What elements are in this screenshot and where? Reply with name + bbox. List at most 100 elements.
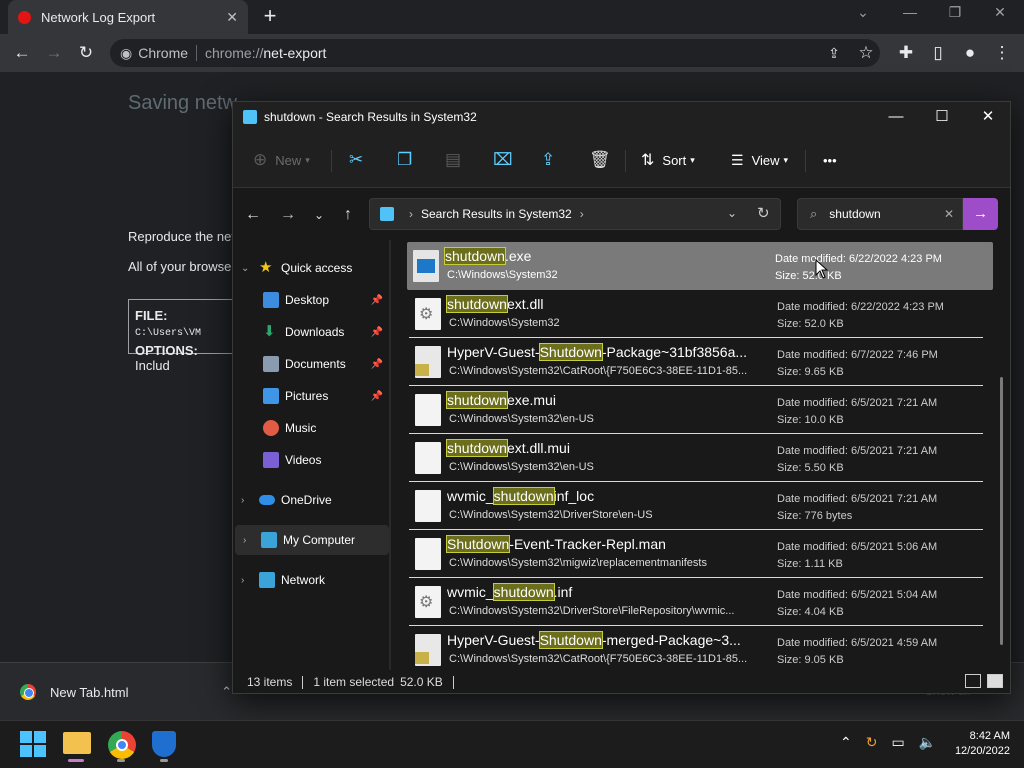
site-info-icon[interactable]: ◉ — [120, 45, 132, 62]
search-box[interactable]: ⌕ shutdown ✕ — [797, 198, 963, 230]
nav-pictures[interactable]: Pictures 📌 — [233, 381, 387, 411]
more-button[interactable]: ••• — [823, 149, 837, 171]
forward-icon[interactable]: → — [278, 205, 298, 225]
minimize-button[interactable]: — — [873, 102, 919, 132]
refresh-icon[interactable]: ↻ — [757, 204, 770, 222]
network-icon[interactable]: ▭ — [891, 734, 904, 751]
search-match-highlight: Shutdown — [445, 535, 511, 553]
file-row[interactable]: wvmic_shutdown.inf C:\Windows\System32\Dr… — [409, 578, 983, 626]
nav-videos[interactable]: Videos — [233, 445, 387, 475]
paste-button[interactable]: ▤ — [445, 149, 461, 171]
nav-quick-access[interactable]: ⌄ ★ Quick access — [233, 253, 387, 283]
file-row[interactable]: shutdownext.dll.mui C:\Windows\System32\e… — [409, 434, 983, 482]
profile-icon[interactable]: ● — [960, 43, 980, 63]
nav-pane-scrollbar[interactable] — [389, 240, 391, 670]
item-count: 13 items — [247, 675, 293, 689]
minimize-button[interactable]: — — [890, 4, 930, 28]
file-row[interactable]: Shutdown-Event-Tracker-Repl.man C:\Window… — [409, 530, 983, 578]
clock[interactable]: 8:42 AM 12/20/2022 — [940, 729, 1010, 759]
status-bar: 13 items 1 item selected 52.0 KB — [233, 670, 1010, 694]
nav-downloads[interactable]: ⬇ Downloads 📌 — [233, 317, 387, 347]
url-scheme: chrome:// — [205, 45, 264, 61]
forward-icon[interactable]: → — [44, 43, 64, 63]
search-query: shutdown — [829, 207, 881, 221]
file-name: shutdownext.dll — [446, 295, 544, 313]
chevron-up-icon[interactable]: ⌃ — [221, 684, 232, 700]
file-row[interactable]: wvmic_shutdowninf_loc C:\Windows\System32… — [409, 482, 983, 530]
chevron-right-icon[interactable]: › — [241, 575, 255, 586]
back-icon[interactable]: ← — [12, 43, 32, 63]
file-row[interactable]: HyperV-Guest-Shutdown-merged-Package~3..… — [409, 626, 983, 670]
download-item[interactable]: New Tab.html ⌃ — [12, 676, 232, 708]
file-explorer-icon[interactable] — [63, 732, 91, 754]
close-window-button[interactable]: ✕ — [980, 4, 1020, 28]
explorer-address-bar[interactable]: › Search Results in System32 › — [369, 198, 781, 230]
download-arrow-icon: ⬇ — [263, 323, 276, 340]
pin-icon[interactable]: 📌 — [371, 391, 383, 402]
breadcrumb[interactable]: Search Results in System32 — [421, 207, 572, 221]
file-list-scrollbar[interactable] — [1000, 377, 1003, 645]
close-tab-icon[interactable]: ✕ — [226, 9, 238, 26]
sort-icon: ⇅ — [641, 152, 655, 169]
nav-label: OneDrive — [281, 493, 332, 507]
view-label: View — [751, 152, 780, 168]
scissors-icon: ✂ — [349, 150, 364, 169]
clear-search-icon[interactable]: ✕ — [944, 207, 954, 221]
sort-button[interactable]: ⇅ Sort ▾ — [641, 149, 695, 171]
up-icon[interactable]: ↑ — [338, 205, 358, 225]
nav-documents[interactable]: Documents 📌 — [233, 349, 387, 379]
security-shield-icon[interactable] — [152, 731, 176, 757]
back-icon[interactable]: ← — [243, 205, 263, 225]
file-date-modified: Date modified: 6/5/2021 7:21 AM — [777, 445, 938, 457]
side-panel-icon[interactable]: ▯ — [928, 43, 948, 63]
file-row[interactable]: HyperV-Guest-Shutdown-Package~31bf3856a.… — [409, 338, 983, 386]
cut-button[interactable]: ✂ — [349, 149, 363, 171]
trash-icon: 🗑 — [589, 150, 611, 169]
chevron-right-icon[interactable]: › — [243, 535, 257, 546]
restore-button[interactable]: ❐ — [935, 4, 975, 28]
url-host: net-export — [263, 45, 327, 61]
share-button[interactable]: ⇪ — [541, 149, 555, 171]
address-bar[interactable]: ◉ Chrome chrome:// net-export — [110, 39, 880, 67]
copy-button[interactable]: ❐ — [397, 149, 412, 171]
page-text: All of your browse — [128, 259, 232, 274]
bookmark-star-icon[interactable]: ☆ — [856, 43, 876, 63]
search-go-button[interactable]: → — [963, 198, 998, 230]
new-tab-button[interactable]: + — [258, 5, 282, 29]
tab-search-icon[interactable]: ⌄ — [843, 4, 883, 28]
recent-locations-icon[interactable]: ⌄ — [309, 205, 329, 225]
nav-my-computer[interactable]: › My Computer — [235, 525, 389, 555]
menu-icon[interactable]: ⋮ — [992, 43, 1012, 63]
address-history-icon[interactable]: ⌄ — [727, 206, 737, 220]
pin-icon[interactable]: 📌 — [371, 295, 383, 306]
file-row[interactable]: shutdownext.dll C:\Windows\System32 Date m… — [409, 290, 983, 338]
file-name-prefix: wvmic_ — [447, 488, 494, 504]
chevron-up-icon[interactable]: ⌃ — [840, 734, 852, 751]
divider — [805, 150, 806, 172]
maximize-button[interactable]: ☐ — [919, 102, 965, 132]
nav-network[interactable]: › Network — [233, 565, 387, 595]
close-button[interactable]: ✕ — [965, 102, 1011, 132]
view-button[interactable]: ☰ View ▾ — [731, 149, 788, 171]
file-row[interactable]: shutdownexe.mui C:\Windows\System32\en-US… — [409, 386, 983, 434]
tab-network-log-export[interactable]: Network Log Export ✕ — [8, 0, 248, 34]
sync-icon[interactable]: ↻ — [866, 734, 878, 751]
pin-icon[interactable]: 📌 — [371, 327, 383, 338]
nav-desktop[interactable]: Desktop 📌 — [233, 285, 387, 315]
nav-music[interactable]: Music — [233, 413, 387, 443]
extensions-icon[interactable]: ✚ — [896, 43, 916, 63]
new-button[interactable]: ⊕ New ▾ — [253, 149, 310, 171]
chevron-down-icon[interactable]: ⌄ — [241, 263, 255, 274]
pin-icon[interactable]: 📌 — [371, 359, 383, 370]
volume-icon[interactable]: 🔈 — [919, 734, 936, 751]
nav-onedrive[interactable]: › OneDrive — [233, 485, 387, 515]
start-button[interactable] — [20, 731, 48, 759]
share-icon[interactable]: ⇪ — [824, 43, 844, 63]
delete-button[interactable]: 🗑 — [589, 149, 611, 171]
reload-icon[interactable]: ↻ — [76, 43, 96, 63]
tiles-view-icon[interactable] — [987, 674, 1003, 688]
file-row[interactable]: shutdown.exe C:\Windows\System32 Date modi… — [407, 242, 993, 290]
details-view-icon[interactable] — [965, 674, 981, 688]
rename-button[interactable]: ⌧ — [493, 149, 513, 171]
chevron-right-icon[interactable]: › — [241, 495, 255, 506]
